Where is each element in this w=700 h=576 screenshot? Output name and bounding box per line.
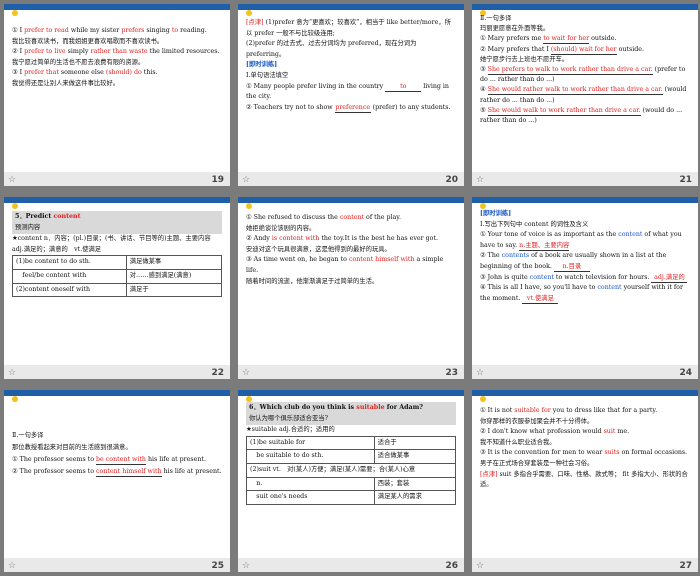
table-row: n. 西装；套装 <box>246 476 457 492</box>
table-row: (2)suit vt. 对(某人)方便；满足(某人)需要；合(某人)心意 <box>246 462 456 478</box>
slide-number: 26 <box>445 561 458 571</box>
slide-content: [即时训练] Ⅰ.写出下列句中 content 的词性及含义 ① Your to… <box>480 209 690 304</box>
table-row: (1)be content to do sth. 满足做某事 <box>12 255 223 270</box>
slide-number: 24 <box>679 368 692 378</box>
slide-header-bar <box>472 197 698 209</box>
slide-header-bar <box>472 4 698 16</box>
slide-21[interactable]: Ⅱ.一句多译 玛丽更愿意在外面等我。 ① Mary prefers me to … <box>472 4 698 186</box>
slide-content: 6．Which club do you think is suitable fo… <box>246 402 457 505</box>
slide-27[interactable]: ① It is not suitable for you to dress li… <box>472 390 698 572</box>
slide-footer: ☆ 26 <box>238 558 464 572</box>
slide-content: [点津] (1)prefer 意为“更喜欢；较喜欢”，相当于 like bett… <box>246 19 451 113</box>
table-row: be suitable to do sth. 适合做某事 <box>246 449 457 464</box>
star-icon: ☆ <box>242 175 251 185</box>
slide-header-bar <box>4 390 230 402</box>
slide-number: 25 <box>211 561 224 571</box>
slide-content: Ⅱ.一句多译 玛丽更愿意在外面等我。 ① Mary prefers me to … <box>480 15 687 125</box>
usage-table: (1)be content to do sth. 满足做某事 feel/be co… <box>12 255 223 298</box>
slide-24[interactable]: [即时训练] Ⅰ.写出下列句中 content 的词性及含义 ① Your to… <box>472 197 698 379</box>
slide-number: 20 <box>445 175 458 185</box>
table-row: feel/be content with 对……感到满足(满意) <box>12 268 223 284</box>
slide-content: ① I prefer to read while my sister prefe… <box>12 27 220 87</box>
slide-footer: ☆ 19 <box>4 172 230 186</box>
slide-footer: ☆ 23 <box>238 365 464 379</box>
slide-header-bar <box>238 4 464 16</box>
slide-number: 23 <box>445 368 458 378</box>
star-icon: ☆ <box>8 368 17 378</box>
slide-header-bar <box>238 197 464 209</box>
table-row: (2)content oneself with 满足于 <box>12 282 223 298</box>
slide-20[interactable]: [点津] (1)prefer 意为“更喜欢；较喜欢”，相当于 like bett… <box>238 4 464 186</box>
slide-footer: ☆ 27 <box>472 558 698 572</box>
star-icon: ☆ <box>8 561 17 571</box>
slide-footer: ☆ 25 <box>4 558 230 572</box>
slide-footer: ☆ 24 <box>472 365 698 379</box>
slide-number: 21 <box>679 175 692 185</box>
slide-number: 27 <box>679 561 692 571</box>
star-icon: ☆ <box>476 368 485 378</box>
slide-content: ① It is not suitable for you to dress li… <box>480 407 688 489</box>
slide-content: ① She refused to discuss the content of … <box>246 214 444 285</box>
slide-22[interactable]: 5．Predict content 预测内容 ★content n．内容；(pl… <box>4 197 230 379</box>
slide-19[interactable]: ① I prefer to read while my sister prefe… <box>4 4 230 186</box>
slide-content: 5．Predict content 预测内容 ★content n．内容；(pl… <box>12 211 223 298</box>
slide-header-bar <box>4 4 230 16</box>
slide-footer: ☆ 21 <box>472 172 698 186</box>
star-icon: ☆ <box>476 175 485 185</box>
star-icon: ☆ <box>476 561 485 571</box>
star-icon: ☆ <box>242 368 251 378</box>
slide-footer: ☆ 20 <box>238 172 464 186</box>
slide-number: 19 <box>211 175 224 185</box>
usage-table: (1)be suitable for 适合于 be suitable to do … <box>246 435 457 505</box>
slide-23[interactable]: ① She refused to discuss the content of … <box>238 197 464 379</box>
table-row: (1)be suitable for 适合于 <box>246 435 457 451</box>
slide-header-bar <box>472 390 698 402</box>
slide-header-bar <box>4 197 230 209</box>
slide-content: Ⅱ.一句多译 那位教授看起来对目前的生活感到很满意。 ① The profess… <box>12 432 222 477</box>
star-icon: ☆ <box>8 175 17 185</box>
table-row: suit one's needs 满足某人的需求 <box>246 490 457 505</box>
slide-footer: ☆ 22 <box>4 365 230 379</box>
slide-25[interactable]: Ⅱ.一句多译 那位教授看起来对目前的生活感到很满意。 ① The profess… <box>4 390 230 572</box>
slide-26[interactable]: 6．Which club do you think is suitable fo… <box>238 390 464 572</box>
star-icon: ☆ <box>242 561 251 571</box>
slide-header-bar <box>238 390 464 402</box>
slide-number: 22 <box>211 368 224 378</box>
